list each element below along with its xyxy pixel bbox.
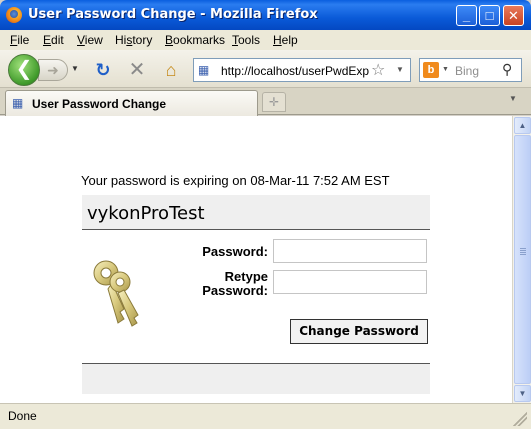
forward-button[interactable]: ➜ <box>38 59 68 81</box>
menu-file[interactable]: File <box>10 33 29 47</box>
menu-bar: File Edit View History Bookmarks Tools H… <box>0 30 531 50</box>
expiry-message: Your password is expiring on 08-Mar-11 7… <box>81 173 390 188</box>
menu-edit[interactable]: Edit <box>43 33 64 47</box>
password-field[interactable] <box>273 239 427 263</box>
back-button[interactable]: ❮ <box>8 54 40 86</box>
menu-tools[interactable]: Tools <box>232 33 260 47</box>
back-arrow-icon: ❮ <box>15 58 33 80</box>
site-identity-icon[interactable]: ▦ <box>198 63 212 77</box>
scroll-thumb[interactable] <box>514 135 531 384</box>
menu-help[interactable]: Help <box>273 33 298 47</box>
retype-password-label: Retype Password: <box>202 269 268 298</box>
page-content: Your password is expiring on 08-Mar-11 7… <box>0 116 512 403</box>
engine-dropdown-icon[interactable]: ▼ <box>442 66 449 73</box>
window-title: User Password Change - Mozilla Firefox <box>28 7 318 22</box>
change-password-button[interactable]: Change Password <box>290 319 428 344</box>
form-footer <box>82 363 430 394</box>
home-icon[interactable]: ⌂ <box>160 59 182 81</box>
menu-bookmarks[interactable]: Bookmarks <box>165 33 225 47</box>
tab-user-password-change[interactable]: ▦ User Password Change <box>5 90 258 116</box>
status-bar: Done <box>0 403 531 429</box>
username-header: vykonProTest <box>82 195 430 230</box>
stop-icon[interactable]: ✕ <box>126 59 148 81</box>
reload-icon[interactable]: ↻ <box>92 59 114 81</box>
url-text[interactable]: http://localhost/userPwdExp <box>221 64 369 78</box>
search-input[interactable]: Bing <box>455 64 479 78</box>
firefox-logo-icon <box>6 7 22 23</box>
close-button[interactable]: ✕ <box>503 5 524 26</box>
scroll-up-icon[interactable]: ▲ <box>514 117 531 134</box>
maximize-button[interactable]: □ <box>479 5 500 26</box>
menu-view[interactable]: View <box>77 33 103 47</box>
plus-icon: ✛ <box>268 95 280 109</box>
username: vykonProTest <box>87 203 205 224</box>
new-tab-button[interactable]: ✛ <box>262 92 286 112</box>
title-bar: User Password Change - Mozilla Firefox _… <box>0 0 531 30</box>
history-dropdown-icon[interactable]: ▼ <box>71 64 79 73</box>
status-text: Done <box>8 409 37 423</box>
forward-arrow-icon: ➜ <box>47 62 59 78</box>
search-icon[interactable]: ⚲ <box>502 61 512 78</box>
menu-history[interactable]: History <box>115 33 152 47</box>
bookmark-star-icon[interactable]: ☆ <box>371 60 385 80</box>
minimize-button[interactable]: _ <box>456 5 477 26</box>
resize-grip-icon[interactable] <box>513 412 527 426</box>
retype-password-field[interactable] <box>273 270 427 294</box>
page-favicon-icon: ▦ <box>12 96 24 110</box>
bing-engine-icon[interactable]: b <box>423 62 439 78</box>
vertical-scrollbar[interactable]: ▲ ▼ <box>512 116 531 403</box>
password-label: Password: <box>202 244 268 259</box>
search-bar[interactable]: b ▼ Bing ⚲ <box>419 58 522 82</box>
url-dropdown-icon[interactable]: ▼ <box>396 65 404 74</box>
address-bar[interactable]: ▦ http://localhost/userPwdExp ☆ ▼ <box>193 58 411 82</box>
scroll-grip-icon <box>520 248 526 255</box>
tab-label: User Password Change <box>32 97 167 111</box>
list-all-tabs-icon[interactable]: ▼ <box>509 94 517 103</box>
keys-icon <box>93 260 139 327</box>
scroll-down-icon[interactable]: ▼ <box>514 385 531 402</box>
